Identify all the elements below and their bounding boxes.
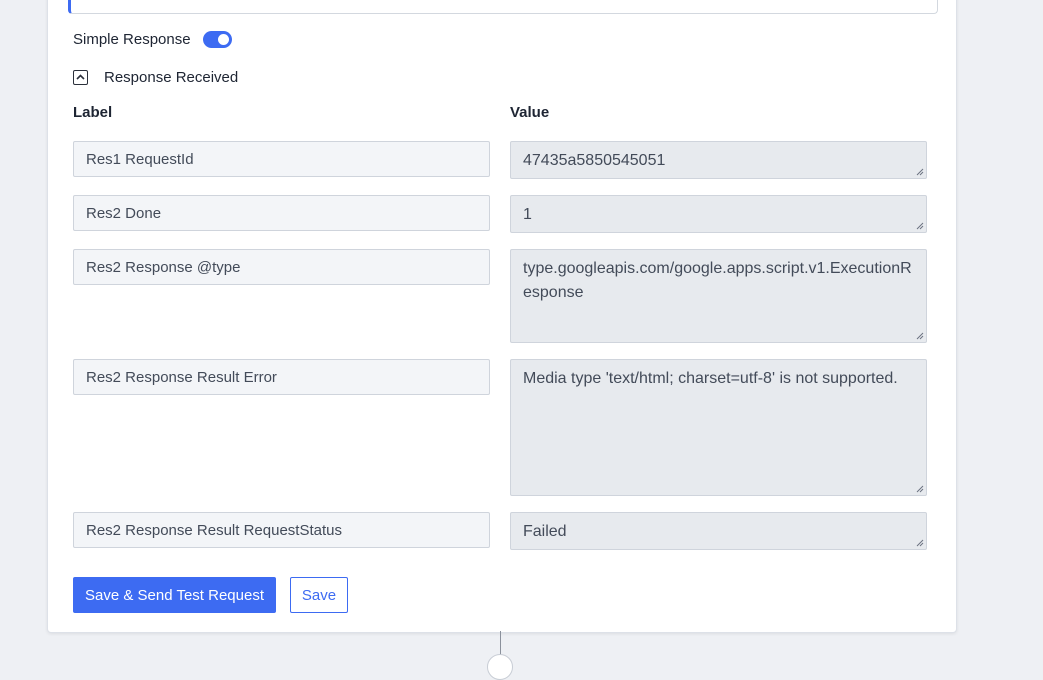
previous-field-input[interactable] — [68, 0, 938, 14]
add-step-node[interactable] — [487, 654, 513, 680]
response-value-field[interactable]: 1 — [510, 195, 927, 233]
response-label-field[interactable]: Res2 Response Result RequestStatus — [73, 512, 490, 548]
label-column-heading: Label — [73, 104, 113, 121]
save-send-test-request-button[interactable]: Save & Send Test Request — [73, 577, 276, 613]
response-label-field[interactable]: Res1 RequestId — [73, 141, 490, 177]
toggle-knob — [217, 33, 229, 45]
resize-grip-icon[interactable] — [916, 539, 924, 547]
simple-response-row: Simple Response — [73, 29, 232, 49]
resize-grip-icon[interactable] — [916, 332, 924, 340]
response-value-text: 47435a5850545051 — [523, 152, 666, 169]
response-label-field[interactable]: Res2 Response @type — [73, 249, 490, 285]
response-value-text: 1 — [523, 206, 532, 223]
response-value-text: Failed — [523, 523, 567, 540]
response-value-text: type.googleapis.com/google.apps.script.v… — [523, 260, 912, 301]
response-value-text: Media type 'text/html; charset=utf-8' is… — [523, 370, 898, 387]
simple-response-toggle[interactable] — [202, 30, 232, 48]
resize-grip-icon[interactable] — [916, 168, 924, 176]
response-value-field[interactable]: type.googleapis.com/google.apps.script.v… — [510, 249, 927, 343]
response-value-field[interactable]: Media type 'text/html; charset=utf-8' is… — [510, 359, 927, 496]
response-value-field[interactable]: 47435a5850545051 — [510, 141, 927, 179]
response-label-field[interactable]: Res2 Done — [73, 195, 490, 231]
save-button[interactable]: Save — [290, 577, 348, 613]
resize-grip-icon[interactable] — [916, 485, 924, 493]
response-value-field[interactable]: Failed — [510, 512, 927, 550]
step-config-card: Simple Response Response Received Label … — [47, 0, 957, 633]
response-received-label: Response Received — [104, 68, 239, 86]
resize-grip-icon[interactable] — [916, 222, 924, 230]
chevron-up-icon[interactable] — [73, 69, 88, 85]
value-column-heading: Value — [510, 104, 550, 121]
simple-response-label: Simple Response — [73, 30, 191, 48]
response-received-header[interactable]: Response Received — [73, 67, 238, 87]
response-label-field[interactable]: Res2 Response Result Error — [73, 359, 490, 395]
